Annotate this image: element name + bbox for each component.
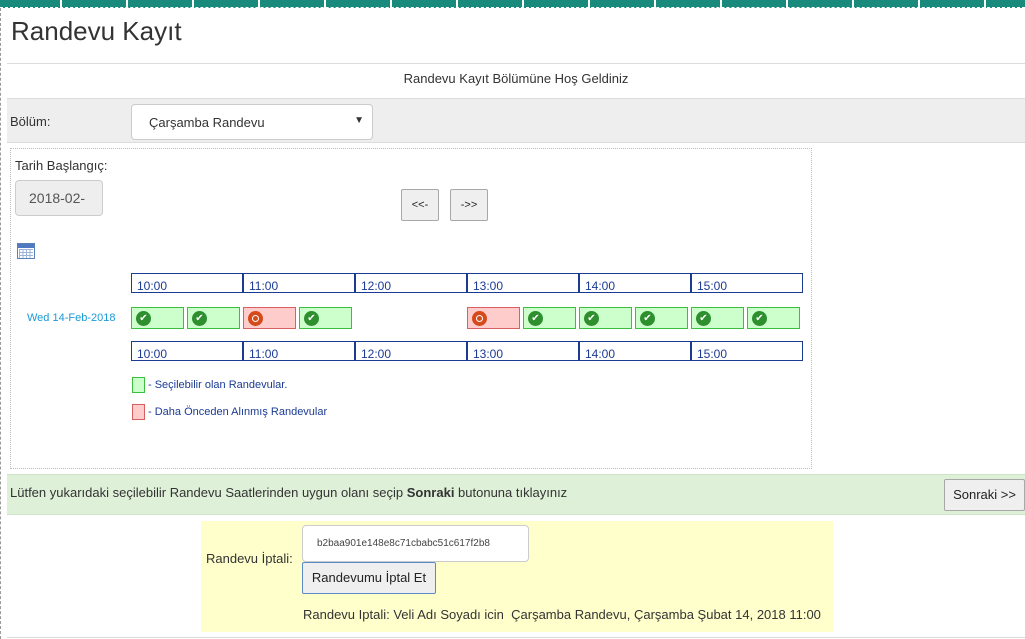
calendar-icon[interactable] [17,243,35,259]
slot-available[interactable]: ✔ [131,307,184,329]
check-icon: ✔ [304,311,319,326]
hour-cell: 10:00 [131,273,243,293]
booked-icon [248,311,263,326]
legend-available-text: - Seçilebilir olan Randevular. [148,379,288,391]
check-icon: ✔ [752,311,767,326]
check-icon: ✔ [584,311,599,326]
hour-cell: 12:00 [355,273,467,293]
divider [7,63,1025,64]
bolum-selected-value: Çarşamba Randevu [149,115,265,130]
hour-cell: 15:00 [691,341,803,361]
cancel-appointment-button[interactable]: Randevumu İptal Et [302,562,436,594]
hour-cell: 14:00 [579,273,691,293]
check-icon: ✔ [528,311,543,326]
hour-cell: 10:00 [131,341,243,361]
hour-cell: 13:00 [467,341,579,361]
hour-cell: 12:00 [355,341,467,361]
instruction-text: Lütfen yukarıdaki seçilebilir Randevu Sa… [10,485,568,500]
date-start-label: Tarih Başlangıç: [15,158,108,173]
check-icon: ✔ [136,311,151,326]
hour-cell: 15:00 [691,273,803,293]
left-border [0,8,1,639]
cancel-label: Randevu İptali: [206,551,293,566]
legend-taken-text: - Daha Önceden Alınmış Randevular [148,406,328,418]
day-label: Wed 14-Feb-2018 [27,312,116,324]
dropdown-caret-icon: ▼ [354,115,364,126]
booked-icon [472,311,487,326]
bolum-row: Bölüm: Çarşamba Randevu ▼ [7,98,1025,143]
slot-available[interactable]: ✔ [747,307,800,329]
prev-week-button[interactable]: <<- [401,189,439,221]
instruction-bar: Lütfen yukarıdaki seçilebilir Randevu Sa… [7,474,1025,515]
divider [7,637,1025,638]
page-title: Randevu Kayıt [11,16,182,46]
hour-cell: 13:00 [467,273,579,293]
check-icon: ✔ [640,311,655,326]
hours-header-bottom: 10:00 11:00 12:00 13:00 14:00 15:00 [131,341,803,361]
slot-available[interactable]: ✔ [187,307,240,329]
next-week-button[interactable]: ->> [450,189,488,221]
date-start-input[interactable]: 2018-02- [15,180,103,216]
hours-header-top: 10:00 11:00 12:00 13:00 14:00 15:00 [131,273,803,293]
cancel-info-text: Randevu Iptali: Veli Adı Soyadı icin Çar… [303,607,821,622]
legend-taken-swatch [132,404,145,420]
slot-available[interactable]: ✔ [299,307,352,329]
cancel-code-field[interactable]: b2baa901e148e8c71cbabc51c617f2b8 [302,525,529,562]
bolum-select[interactable]: Çarşamba Randevu ▼ [131,104,373,140]
slot-taken [243,307,296,329]
check-icon: ✔ [192,311,207,326]
hour-cell: 14:00 [579,341,691,361]
welcome-text: Randevu Kayıt Bölümüne Hoş Geldiniz [403,71,629,86]
slot-taken [467,307,520,329]
slot-available[interactable]: ✔ [635,307,688,329]
check-icon: ✔ [696,311,711,326]
next-button[interactable]: Sonraki >> [944,479,1025,511]
bolum-label: Bölüm: [10,114,51,129]
slot-available[interactable]: ✔ [523,307,576,329]
legend-available-swatch [132,377,145,393]
top-decorative-band [0,0,1025,8]
slot-available[interactable]: ✔ [691,307,744,329]
hour-cell: 11:00 [243,273,355,293]
slot-available[interactable]: ✔ [579,307,632,329]
hour-cell: 11:00 [243,341,355,361]
